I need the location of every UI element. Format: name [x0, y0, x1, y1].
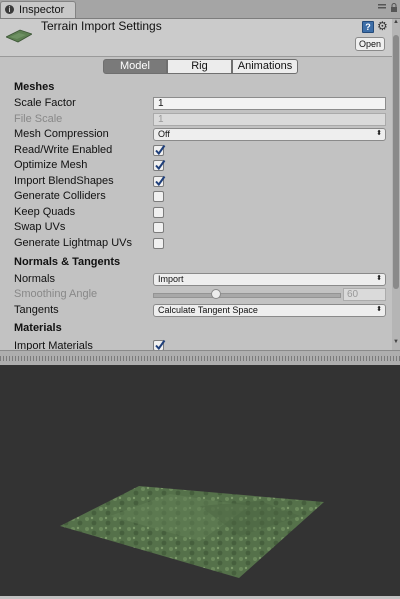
lightmap-uvs-label: Generate Lightmap UVs — [14, 237, 133, 249]
keep-quads-checkbox[interactable] — [153, 207, 164, 218]
scroll-down-icon[interactable]: ▼ — [393, 339, 399, 345]
file-scale-field: 1 — [153, 113, 386, 126]
smoothing-angle-slider-thumb — [211, 289, 221, 299]
section-meshes: Meshes — [14, 81, 55, 93]
tangents-value: Calculate Tangent Space — [158, 305, 258, 315]
smoothing-angle-slider — [153, 293, 341, 298]
dropdown-arrow-icon: ⬍ — [376, 306, 382, 313]
section-materials: Materials — [14, 322, 62, 334]
tangents-label: Tangents — [14, 304, 59, 316]
checkmark-icon — [155, 339, 166, 350]
import-blendshapes-checkbox[interactable] — [153, 175, 166, 187]
scale-factor-field[interactable]: 1 — [153, 97, 386, 110]
tab-model[interactable]: Model — [103, 59, 167, 74]
swap-uvs-checkbox[interactable] — [153, 222, 164, 233]
keep-quads-label: Keep Quads — [14, 206, 76, 218]
normals-label: Normals — [14, 273, 55, 285]
checkmark-icon — [155, 144, 166, 156]
import-materials-checkbox[interactable] — [153, 339, 166, 350]
scroll-up-icon[interactable]: ▲ — [393, 19, 399, 25]
mesh-compression-dropdown[interactable]: Off ⬍ — [153, 128, 386, 141]
terrain-preview-mesh — [60, 486, 324, 578]
import-tabs: Model Rig Animations — [103, 59, 298, 74]
read-write-label: Read/Write Enabled — [14, 144, 113, 156]
scale-factor-label: Scale Factor — [14, 97, 76, 109]
model-preview[interactable] — [0, 366, 400, 596]
scrollbar[interactable]: ▲ ▼ — [392, 19, 400, 350]
read-write-checkbox[interactable] — [153, 144, 166, 156]
section-normals-tangents: Normals & Tangents — [14, 256, 121, 268]
smoothing-angle-field: 60 — [343, 288, 386, 301]
tab-rig[interactable]: Rig — [167, 59, 232, 74]
inspector-content: Model Rig Animations Meshes Scale Factor… — [0, 0, 392, 350]
checkmark-icon — [155, 175, 166, 187]
dropdown-arrow-icon: ⬍ — [376, 130, 382, 137]
tangents-dropdown[interactable]: Calculate Tangent Space ⬍ — [153, 304, 386, 317]
scrollbar-thumb[interactable] — [393, 35, 399, 289]
generate-colliders-label: Generate Colliders — [14, 190, 106, 202]
normals-value: Import — [158, 274, 184, 284]
preview-splitter[interactable] — [0, 350, 400, 366]
import-blendshapes-label: Import BlendShapes — [14, 175, 114, 187]
splitter-grip[interactable] — [0, 356, 400, 361]
file-scale-label: File Scale — [14, 113, 63, 125]
smoothing-angle-label: Smoothing Angle — [14, 288, 98, 300]
mesh-compression-value: Off — [158, 129, 170, 139]
mesh-compression-label: Mesh Compression — [14, 128, 109, 140]
normals-dropdown[interactable]: Import ⬍ — [153, 273, 386, 286]
swap-uvs-label: Swap UVs — [14, 221, 66, 233]
tab-animations[interactable]: Animations — [232, 59, 298, 74]
checkmark-icon — [155, 159, 166, 171]
lightmap-uvs-checkbox[interactable] — [153, 238, 164, 249]
generate-colliders-checkbox[interactable] — [153, 191, 164, 202]
optimize-mesh-label: Optimize Mesh — [14, 159, 88, 171]
dropdown-arrow-icon: ⬍ — [376, 275, 382, 282]
import-materials-label: Import Materials — [14, 340, 93, 350]
optimize-mesh-checkbox[interactable] — [153, 159, 166, 171]
